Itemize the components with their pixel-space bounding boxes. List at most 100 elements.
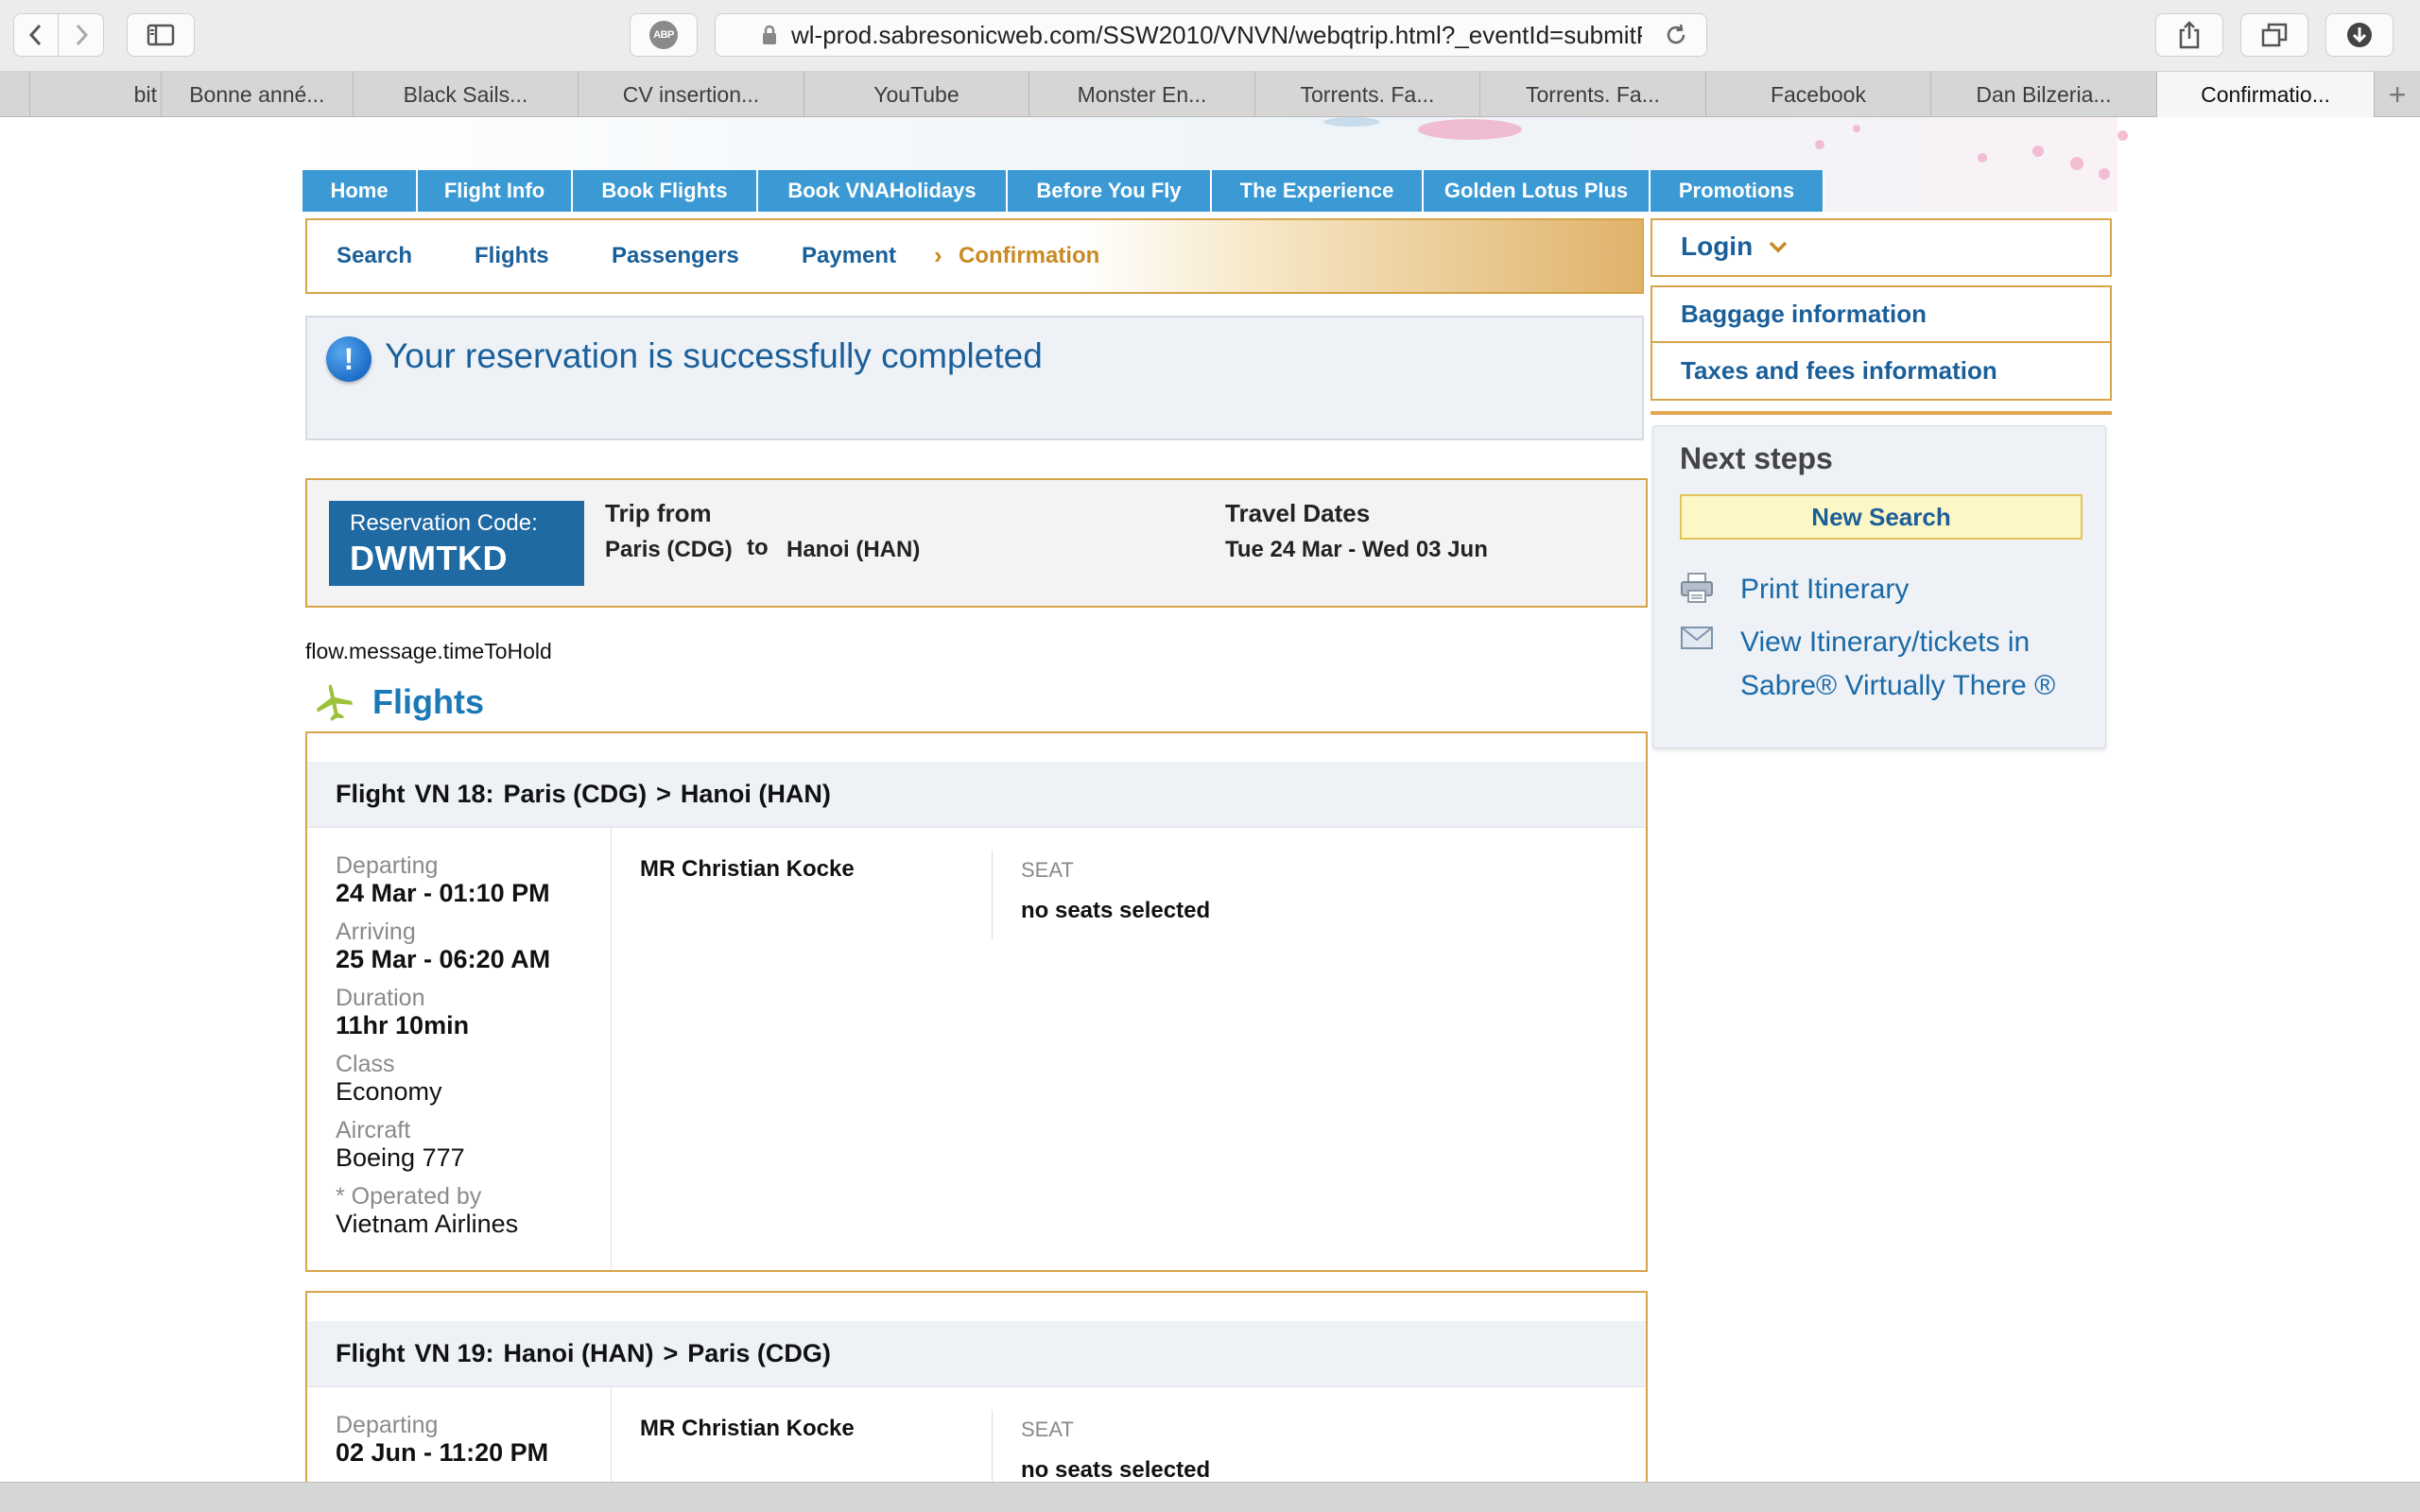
tab[interactable]: bit [30,72,162,117]
aircraft-value: Boeing 777 [336,1143,465,1172]
tab[interactable]: Monster En... [1029,72,1255,117]
nav-book-flights[interactable]: Book Flights [573,170,758,212]
passenger-name: MR Christian Kocke [640,1416,855,1441]
nav-book-vnaholidays[interactable]: Book VNAHolidays [758,170,1008,212]
view-itinerary-action[interactable]: View Itinerary/tickets in Sabre® Virtual… [1680,621,2081,708]
banner-petal [2118,130,2128,141]
seat-label: SEAT [1021,858,1074,882]
class-label: Class [336,1051,395,1077]
banner-petal [2032,146,2044,157]
nav-before-you-fly[interactable]: Before You Fly [1008,170,1212,212]
reload-icon[interactable] [1663,22,1689,53]
taxes-fees-link[interactable]: Taxes and fees information [1652,343,2110,399]
adblock-button[interactable]: ABP [630,13,698,57]
trip-destination: Hanoi (HAN) [786,537,921,562]
departing-label: Departing [336,852,439,879]
sidebar-toggle-button[interactable] [127,13,195,57]
banner-flower-decoration [1418,119,1522,140]
nav-promotions[interactable]: Promotions [1651,170,1824,212]
departing-value: 24 Mar - 01:10 PM [336,879,550,907]
print-itinerary-link[interactable]: Print Itinerary [1740,568,2081,611]
banner-decoration [1323,117,1380,127]
info-icon: ! [326,336,372,382]
tab-bar: bit Bonne anné... Black Sails... CV inse… [0,72,2420,117]
adblock-icon: ABP [649,21,678,49]
step-payment[interactable]: Payment [802,243,896,269]
baggage-information-link[interactable]: Baggage information [1652,287,2110,343]
flight-header: Flight VN 18: Paris (CDG) > Hanoi (HAN) [307,762,1646,828]
tabs-overview-button[interactable] [2240,13,2308,57]
tab[interactable]: Torrents. Fa... [1255,72,1481,117]
new-tab-button[interactable]: + [2375,72,2420,117]
nav-golden-lotus-plus[interactable]: Golden Lotus Plus [1424,170,1651,212]
window-bottom-bar [0,1482,2420,1512]
step-search[interactable]: Search [337,243,412,269]
flight-number: VN 18: [414,780,494,808]
printer-icon [1680,572,1714,609]
class-value: Economy [336,1077,442,1106]
flight-card: Flight VN 19: Hanoi (HAN) > Paris (CDG) … [305,1291,1648,1512]
print-itinerary-action[interactable]: Print Itinerary [1680,568,2081,611]
nav-flight-info[interactable]: Flight Info [418,170,573,212]
trip-origin: Paris (CDG) [605,537,733,562]
tab[interactable]: Black Sails... [354,72,579,117]
chevron-down-icon [1768,239,1789,259]
flights-heading: Flights [312,680,484,724]
address-bar[interactable]: wl-prod.sabresonicweb.com/SSW2010/VNVN/w… [715,13,1707,57]
hold-message: flow.message.timeToHold [305,639,552,663]
flights-heading-text: Flights [372,682,484,721]
new-search-button[interactable]: New Search [1680,494,2083,540]
tab[interactable]: YouTube [804,72,1030,117]
main-navigation: Home Flight Info Book Flights Book VNAHo… [302,170,1824,212]
tab[interactable]: Facebook [1706,72,1932,117]
sidebar-icon [147,24,175,46]
booking-progress: Search Flights Passengers Payment › Conf… [305,218,1644,294]
banner-petal [1815,140,1824,149]
chevron-left-icon [28,24,42,46]
arriving-value: 25 Mar - 06:20 AM [336,945,551,973]
seat-value: no seats selected [1021,898,1211,923]
duration-label: Duration [336,985,425,1011]
login-dropdown[interactable]: Login [1651,218,2112,277]
tab[interactable]: Dan Bilzeria... [1931,72,2157,117]
seat-value: no seats selected [1021,1457,1211,1483]
tab[interactable]: CV insertion... [579,72,804,117]
duration-value: 11hr 10min [336,1011,470,1040]
tab[interactable] [0,72,30,117]
tab[interactable]: Torrents. Fa... [1480,72,1706,117]
tab[interactable]: Bonne anné... [162,72,354,117]
arriving-label: Arriving [336,919,416,945]
success-message-box: ! Your reservation is successfully compl… [305,316,1644,440]
reservation-code-box: Reservation Code: DWMTKD [329,501,584,586]
banner-petal [2070,157,2083,170]
tab-active[interactable]: Confirmatio... [2156,72,2376,117]
travel-dates-label: Travel Dates [1225,499,1371,527]
airplane-icon [317,684,354,722]
flight-origin: Paris (CDG) [503,780,648,808]
route-arrow: > [656,780,671,808]
route-arrow: > [663,1339,679,1367]
nav-home[interactable]: Home [302,170,418,212]
reservation-summary: Reservation Code: DWMTKD Trip from Paris… [305,478,1648,608]
trip-to-label: to [747,535,769,560]
step-passengers[interactable]: Passengers [612,243,739,269]
step-flights[interactable]: Flights [475,243,549,269]
flight-details: Departing 24 Mar - 01:10 PM Arriving 25 … [307,828,612,1270]
login-label: Login [1681,232,1754,261]
seat-label: SEAT [1021,1418,1074,1441]
lock-icon [759,25,780,45]
view-itinerary-link[interactable]: View Itinerary/tickets in Sabre® Virtual… [1740,621,2081,708]
chevron-right-icon [76,24,88,46]
forward-button[interactable] [59,13,104,57]
flight-header: Flight VN 19: Hanoi (HAN) > Paris (CDG) [307,1321,1646,1387]
trip-from-label: Trip from [605,499,712,527]
seat-column: SEAT no seats selected [992,850,1210,939]
back-button[interactable] [13,13,59,57]
banner-petal [2099,168,2110,180]
nav-the-experience[interactable]: The Experience [1212,170,1424,212]
share-button[interactable] [2155,13,2223,57]
downloads-button[interactable] [2325,13,2394,57]
flight-label: Flight [336,780,406,808]
tabs-icon [2261,23,2288,47]
aircraft-label: Aircraft [336,1117,411,1143]
